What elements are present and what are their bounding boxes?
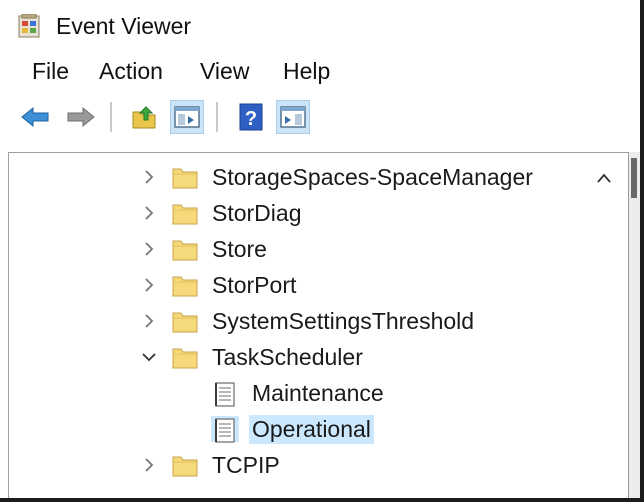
folder-icon xyxy=(171,308,199,334)
tree-item-taskscheduler[interactable]: TaskScheduler xyxy=(9,340,609,374)
show-hide-console-tree-button[interactable] xyxy=(170,100,204,134)
toolbar-separator xyxy=(216,102,218,132)
show-hide-action-pane-icon xyxy=(280,106,306,128)
menu-action[interactable]: Action xyxy=(97,58,165,85)
tree-item-label: StorDiag xyxy=(212,200,302,226)
tree-item-label: TCPIP xyxy=(212,452,280,478)
tree-item-tcpip[interactable]: TCPIP xyxy=(9,448,609,482)
help-icon: ? xyxy=(239,103,263,131)
tree-item-systemsettingsthreshold[interactable]: SystemSettingsThreshold xyxy=(9,304,609,338)
tree-item-label: TaskScheduler xyxy=(212,344,363,370)
forward-arrow-icon xyxy=(67,106,95,128)
event-log-icon xyxy=(211,416,239,443)
tree-item-stordiag[interactable]: StorDiag xyxy=(9,196,609,230)
svg-text:?: ? xyxy=(245,108,257,130)
title-bar: Event Viewer xyxy=(0,0,640,52)
toolbar: ? xyxy=(0,94,640,142)
show-hide-action-pane-button[interactable] xyxy=(276,100,310,134)
back-arrow-icon xyxy=(21,106,49,128)
screen-edge xyxy=(0,498,644,502)
help-button[interactable]: ? xyxy=(234,100,268,134)
action-pane-edge xyxy=(628,152,640,498)
action-pane-scroll-thumb[interactable] xyxy=(631,158,637,198)
expand-chevron-icon[interactable] xyxy=(141,312,157,330)
expand-chevron-icon[interactable] xyxy=(141,240,157,258)
collapse-chevron-icon[interactable] xyxy=(141,348,157,366)
console-tree[interactable]: StorageSpaces-SpaceManager StorDiag Store S… xyxy=(8,152,629,499)
expand-chevron-icon[interactable] xyxy=(141,276,157,294)
folder-icon xyxy=(171,236,199,262)
up-one-level-button[interactable] xyxy=(128,100,162,134)
tree-item-storagespaces-spacemanager[interactable]: StorageSpaces-SpaceManager xyxy=(9,160,609,194)
forward-button[interactable] xyxy=(64,100,98,134)
menu-view[interactable]: View xyxy=(198,58,251,85)
folder-icon xyxy=(171,164,199,190)
window-title: Event Viewer xyxy=(56,13,192,39)
tree-item-label: StorPort xyxy=(212,272,297,298)
show-hide-console-tree-icon xyxy=(174,106,200,128)
tree-item-label: Operational xyxy=(249,415,374,444)
folder-icon xyxy=(171,200,199,226)
menu-help[interactable]: Help xyxy=(281,58,332,85)
toolbar-separator xyxy=(110,102,112,132)
tree-item-label: SystemSettingsThreshold xyxy=(212,308,475,334)
tree-item-label: StorageSpaces-SpaceManager xyxy=(212,164,533,190)
expand-chevron-icon[interactable] xyxy=(141,204,157,222)
menu-file[interactable]: File xyxy=(30,58,71,85)
menu-bar: File Action View Help xyxy=(0,52,640,92)
screen-edge xyxy=(640,0,644,502)
tree-item-maintenance[interactable]: Maintenance xyxy=(9,376,609,410)
tree-item-label: Store xyxy=(212,236,267,262)
tree-item-store[interactable]: Store xyxy=(9,232,609,266)
folder-icon xyxy=(171,344,199,370)
expand-chevron-icon[interactable] xyxy=(141,168,157,186)
event-viewer-app-icon xyxy=(18,14,40,38)
up-folder-icon xyxy=(132,106,156,129)
expand-chevron-icon[interactable] xyxy=(141,456,157,474)
tree-item-storport[interactable]: StorPort xyxy=(9,268,609,302)
back-button[interactable] xyxy=(18,100,52,134)
event-log-icon xyxy=(211,380,239,407)
tree-item-operational[interactable]: Operational xyxy=(9,412,609,446)
tree-item-label: Maintenance xyxy=(252,380,384,406)
folder-icon xyxy=(171,272,199,298)
folder-icon xyxy=(171,452,199,478)
